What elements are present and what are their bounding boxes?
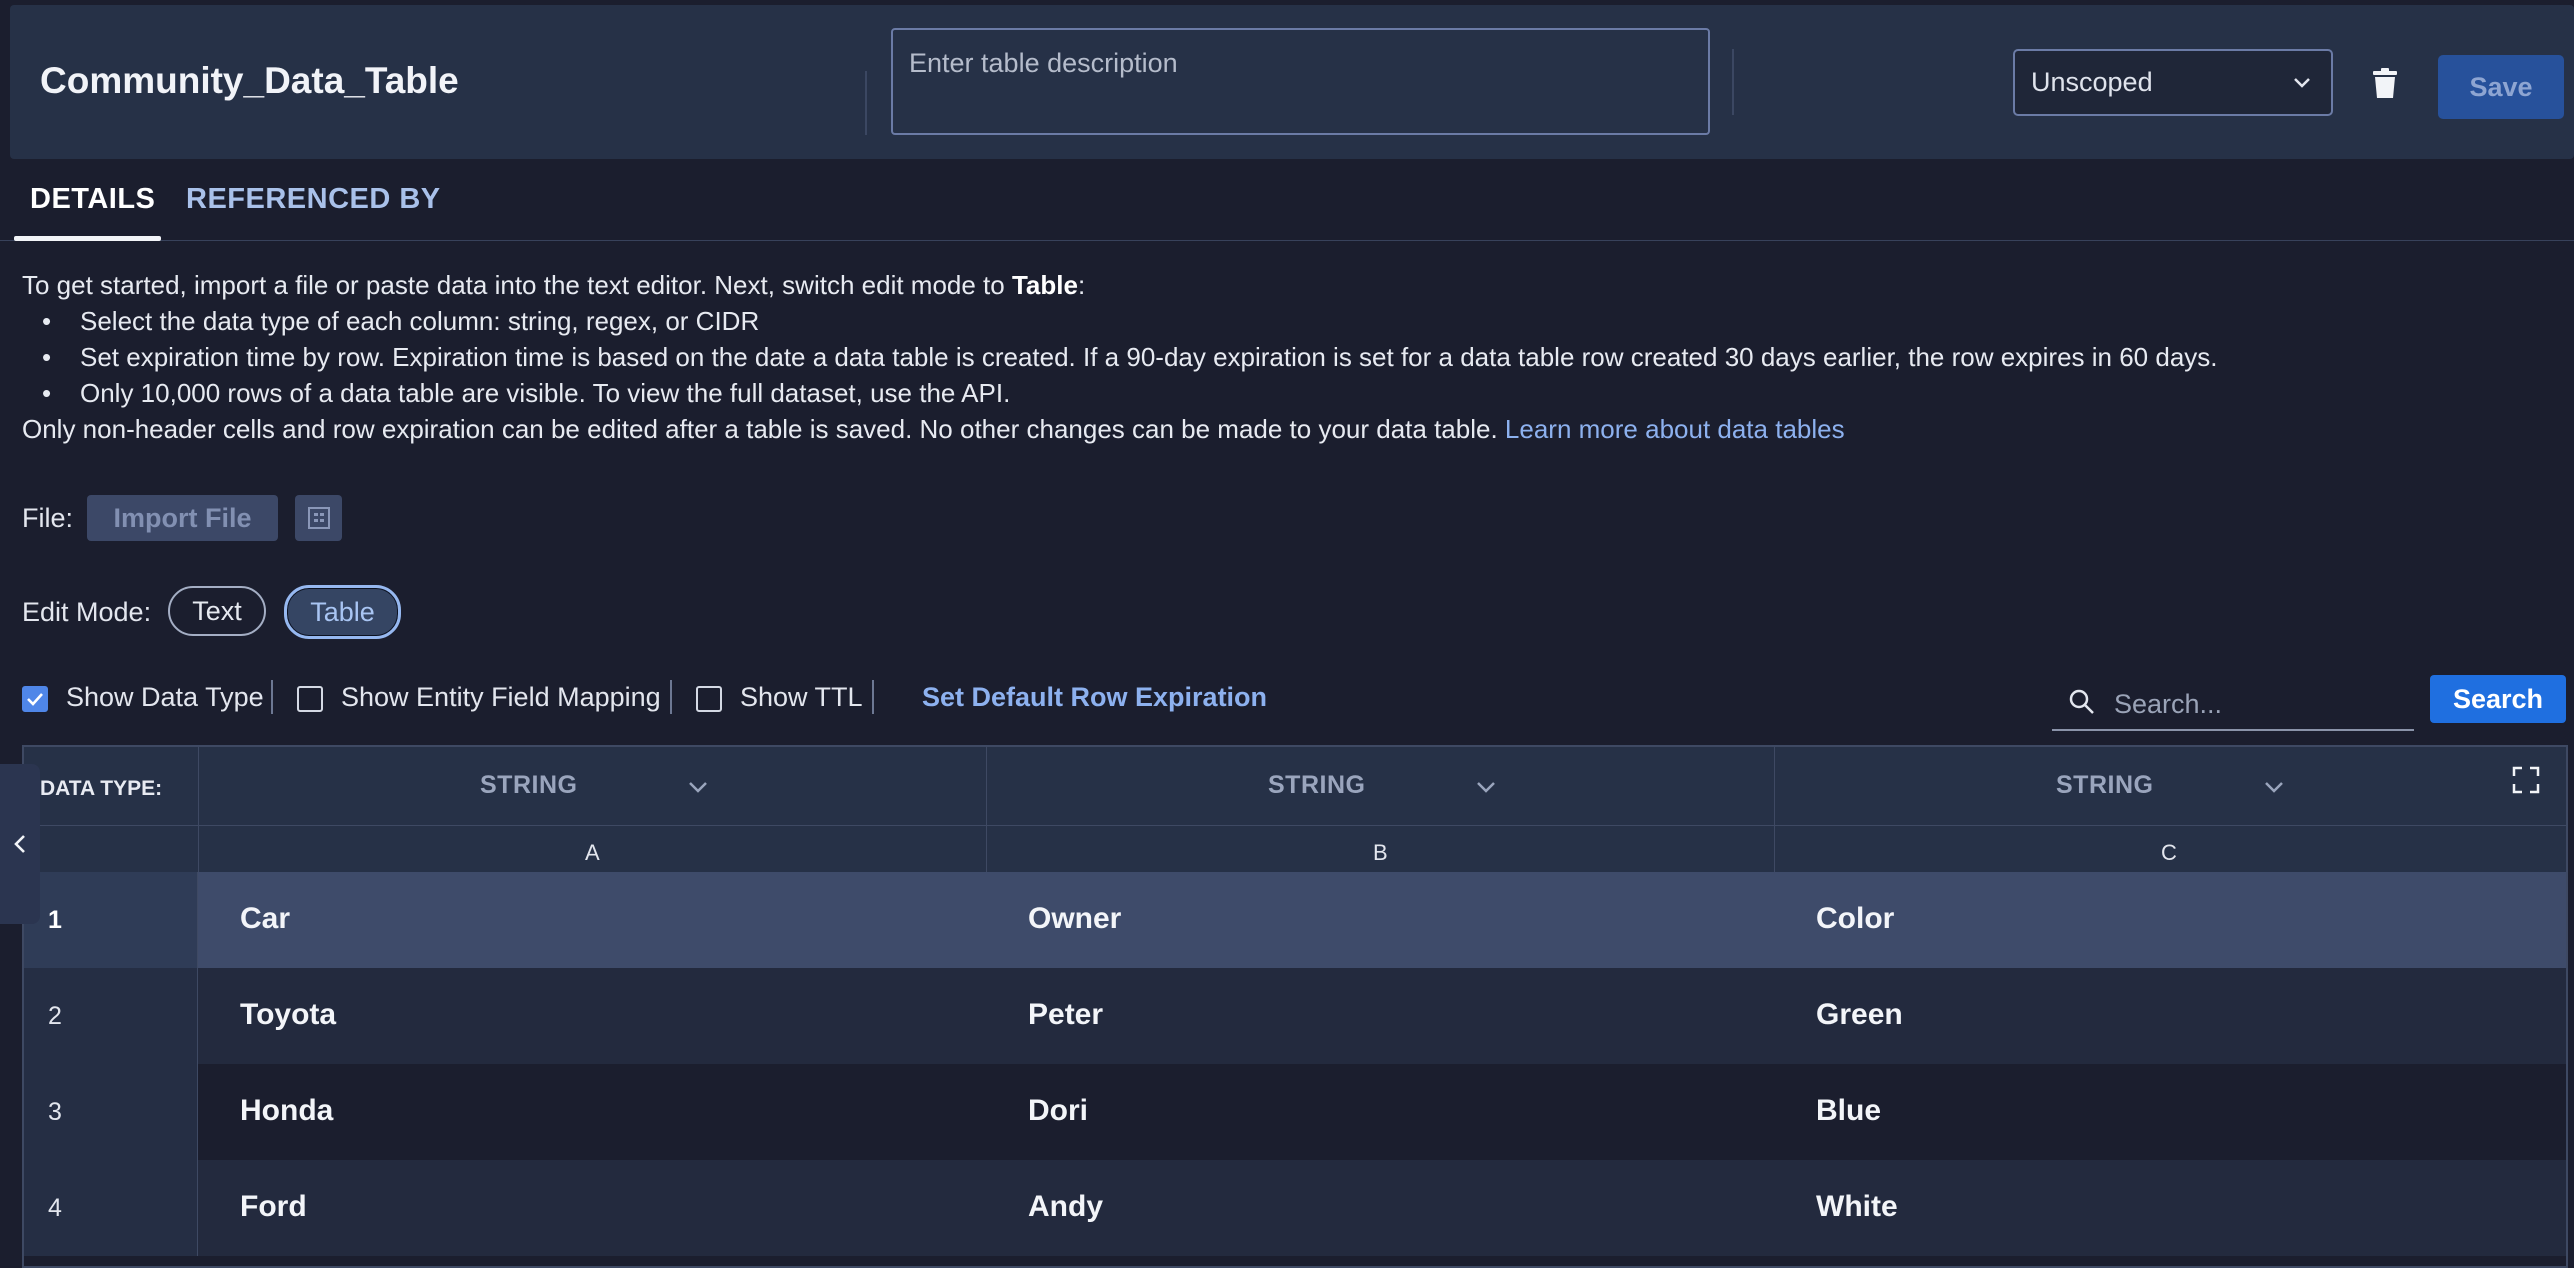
trash-icon[interactable] bbox=[2370, 67, 2400, 99]
table-row: 2 Toyota Peter Green bbox=[24, 968, 2566, 1064]
header-cell-divider bbox=[1774, 747, 1775, 872]
table-cell[interactable]: Blue bbox=[1816, 1094, 1881, 1128]
edit-mode-text-option[interactable]: Text bbox=[168, 586, 266, 636]
search-button[interactable]: Search bbox=[2430, 675, 2566, 723]
table-cell[interactable]: Green bbox=[1816, 998, 1903, 1032]
show-entity-field-mapping-checkbox[interactable] bbox=[297, 686, 323, 712]
import-file-button[interactable]: Import File bbox=[87, 495, 278, 541]
scope-select[interactable]: Unscoped bbox=[2013, 49, 2333, 116]
tab-referenced-by[interactable]: REFERENCED BY bbox=[186, 183, 441, 216]
table-cell[interactable]: Dori bbox=[1028, 1094, 1088, 1128]
chevron-left-icon bbox=[14, 835, 25, 853]
toolbar-divider bbox=[670, 680, 672, 714]
data-type-label: DATA TYPE: bbox=[40, 777, 163, 800]
table-cell[interactable]: Honda bbox=[240, 1094, 333, 1128]
column-header-c[interactable]: C bbox=[2161, 840, 2177, 866]
row-number[interactable]: 2 bbox=[24, 968, 198, 1064]
instructions-item: Select the data type of each column: str… bbox=[22, 303, 2218, 339]
table-search bbox=[2052, 676, 2414, 731]
sidebar-collapse-handle[interactable] bbox=[0, 764, 40, 924]
table-description-input[interactable] bbox=[891, 28, 1710, 135]
column-header-a[interactable]: A bbox=[585, 840, 600, 866]
checkmark-icon bbox=[27, 693, 43, 706]
column-header-b[interactable]: B bbox=[1373, 840, 1388, 866]
instructions-intro: To get started, import a file or paste d… bbox=[22, 270, 1086, 300]
file-label: File: bbox=[22, 503, 74, 533]
table-cell[interactable]: Andy bbox=[1028, 1190, 1103, 1224]
show-ttl-checkbox[interactable] bbox=[696, 686, 722, 712]
scope-value: Unscoped bbox=[2031, 67, 2153, 97]
table-cell[interactable]: Car bbox=[240, 902, 290, 936]
edit-mode-table-option[interactable]: Table bbox=[284, 585, 401, 639]
instructions-item: Only 10,000 rows of a data table are vis… bbox=[22, 375, 2218, 411]
table-title: Community_Data_Table bbox=[40, 60, 459, 101]
header-cell-divider bbox=[986, 747, 987, 872]
column-letter-row bbox=[24, 825, 2566, 872]
row-number[interactable]: 3 bbox=[24, 1064, 198, 1160]
chevron-down-icon[interactable] bbox=[2263, 777, 2285, 797]
chevron-down-icon[interactable] bbox=[687, 777, 709, 797]
search-input[interactable] bbox=[2114, 684, 2404, 724]
row-number[interactable]: 4 bbox=[24, 1160, 198, 1256]
expand-icon[interactable] bbox=[2511, 765, 2541, 795]
table-cell[interactable]: Color bbox=[1816, 902, 1894, 936]
instructions-footer: Only non-header cells and row expiration… bbox=[22, 414, 1845, 444]
table-cell[interactable]: Ford bbox=[240, 1190, 307, 1224]
table-grid-button[interactable] bbox=[295, 495, 342, 541]
save-button[interactable]: Save bbox=[2438, 55, 2564, 119]
header-divider bbox=[865, 71, 867, 135]
edit-mode-label: Edit Mode: bbox=[22, 597, 152, 627]
chevron-down-icon[interactable] bbox=[1475, 777, 1497, 797]
table-row: 3 Honda Dori Blue bbox=[24, 1064, 2566, 1160]
search-icon bbox=[2069, 689, 2094, 714]
header-cell-divider bbox=[198, 747, 199, 872]
table-row: 1 Car Owner Color bbox=[24, 872, 2566, 968]
toolbar-divider bbox=[872, 680, 874, 714]
show-entity-field-mapping-label: Show Entity Field Mapping bbox=[341, 682, 661, 712]
header-divider bbox=[1732, 49, 1734, 115]
active-tab-indicator bbox=[14, 236, 161, 241]
show-ttl-label: Show TTL bbox=[740, 682, 863, 712]
tab-details[interactable]: DETAILS bbox=[30, 183, 155, 216]
column-b-type-select[interactable]: STRING bbox=[1268, 771, 1365, 800]
table-cell[interactable]: Owner bbox=[1028, 902, 1121, 936]
show-data-type-checkbox[interactable] bbox=[22, 686, 48, 712]
table-cell[interactable]: Toyota bbox=[240, 998, 336, 1032]
set-default-row-expiration-button[interactable]: Set Default Row Expiration bbox=[922, 682, 1267, 713]
chevron-down-icon bbox=[2294, 78, 2310, 88]
table-header-bar: Community_Data_Table Unscoped Save bbox=[10, 5, 2574, 159]
toolbar-divider bbox=[271, 680, 273, 714]
table-grid-icon bbox=[307, 507, 330, 529]
instructions-block: To get started, import a file or paste d… bbox=[22, 267, 2218, 447]
table-cell[interactable]: White bbox=[1816, 1190, 1898, 1224]
tab-bar-divider bbox=[0, 240, 2574, 241]
row-number[interactable]: 1 bbox=[24, 872, 198, 968]
data-table: DATA TYPE: STRING STRING STRING A B C 1 … bbox=[22, 745, 2568, 1268]
table-row: 4 Ford Andy White bbox=[24, 1160, 2566, 1256]
show-data-type-label: Show Data Type bbox=[66, 682, 264, 712]
learn-more-link[interactable]: Learn more about data tables bbox=[1505, 414, 1845, 444]
column-a-type-select[interactable]: STRING bbox=[480, 771, 577, 800]
instructions-list: Select the data type of each column: str… bbox=[22, 303, 2218, 411]
table-cell[interactable]: Peter bbox=[1028, 998, 1103, 1032]
column-c-type-select[interactable]: STRING bbox=[2056, 771, 2153, 800]
instructions-intro-bold: Table bbox=[1011, 270, 1078, 300]
instructions-item: Set expiration time by row. Expiration t… bbox=[22, 339, 2218, 375]
